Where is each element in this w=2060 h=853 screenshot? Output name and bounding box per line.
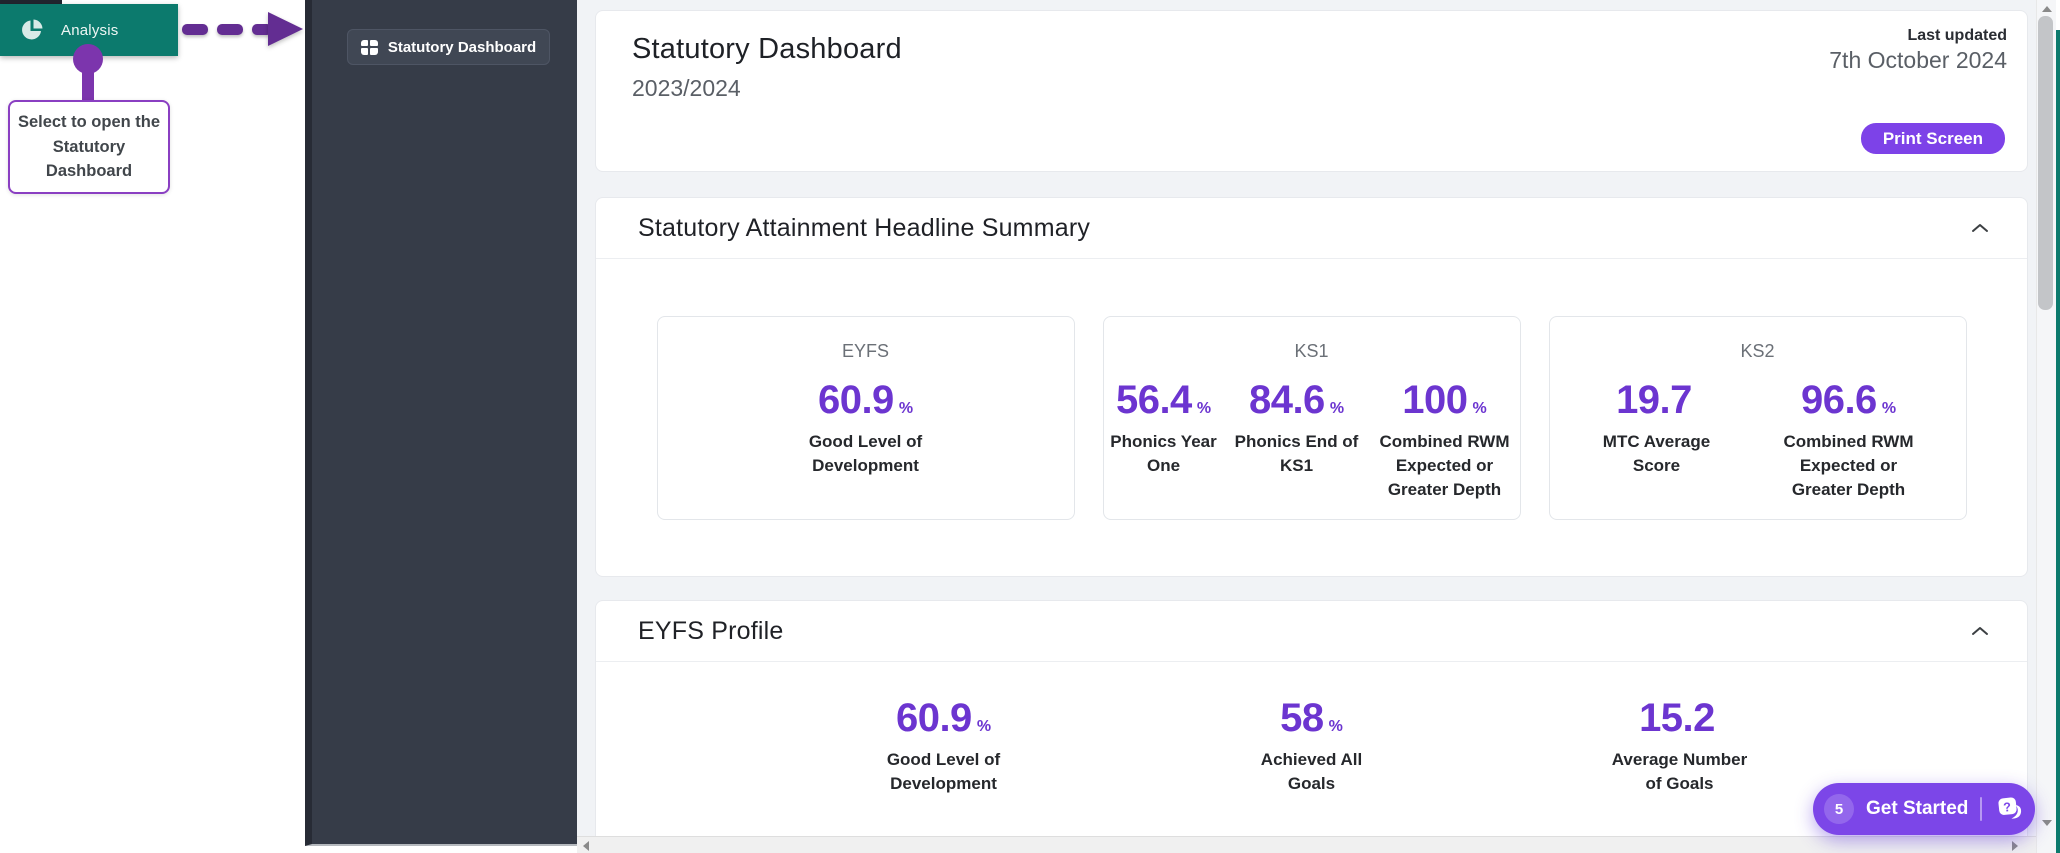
stat-group-eyfs: EYFS 60.9 % Good Level of Development [657, 316, 1075, 520]
stat-caption: MTC Average Score [1592, 430, 1722, 478]
stat-mtc-average-score: 19.7 MTC Average Score [1592, 380, 1722, 478]
summary-section-card: Statutory Attainment Headline Summary EY… [595, 197, 2028, 577]
stat-phonics-year-one: 56.4 % Phonics Year One [1104, 380, 1224, 478]
stat-value: 58 [1280, 698, 1324, 738]
annotation-arrow-dash [182, 24, 208, 35]
summary-groups-row: EYFS 60.9 % Good Level of Development KS… [596, 316, 2027, 520]
stat-unit: % [899, 400, 913, 418]
sidebar-item-label: Statutory Dashboard [388, 39, 536, 56]
analysis-label: Analysis [61, 22, 118, 39]
stat-caption: Combined RWM Expected or Greater Depth [1370, 430, 1520, 501]
dashboard-header-card: Statutory Dashboard 2023/2024 Last updat… [595, 10, 2028, 172]
stat-value: 15.2 [1639, 698, 1715, 738]
page-edge-strip [2056, 30, 2060, 853]
stat-value: 60.9 [818, 380, 894, 420]
stat-caption: Good Level of Development [798, 430, 933, 478]
scroll-up-arrow-icon[interactable] [2042, 6, 2052, 12]
annotation-arrow-head [268, 12, 303, 46]
stat-value: 19.7 [1616, 380, 1692, 420]
stat-caption: Phonics Year One [1104, 430, 1224, 478]
stat-caption: Good Level of Development [876, 748, 1011, 796]
get-started-count-badge: 5 [1824, 794, 1854, 824]
stat-value: 100 [1402, 380, 1467, 420]
stat-unit: % [1473, 400, 1487, 418]
stat-group-label: KS2 [1550, 341, 1966, 362]
help-question-icon: ? [1994, 792, 2023, 826]
summary-collapse-button[interactable] [1965, 213, 1995, 243]
main-content: Statutory Dashboard 2023/2024 Last updat… [577, 0, 2036, 836]
stat-combined-rwm-ks1: 100 % Combined RWM Expected or Greater D… [1370, 380, 1520, 501]
last-updated: Last updated 7th October 2024 [1829, 27, 2007, 74]
stat-combined-rwm-ks2: 96.6 % Combined RWM Expected or Greater … [1774, 380, 1924, 501]
stat-caption: Combined RWM Expected or Greater Depth [1774, 430, 1924, 501]
eyfs-section-title: EYFS Profile [638, 617, 784, 646]
vertical-scrollbar-thumb[interactable] [2038, 16, 2053, 310]
page-title: Statutory Dashboard [632, 33, 902, 66]
stat-caption: Achieved All Goals [1254, 748, 1369, 796]
stat-phonics-end-ks1: 84.6 % Phonics End of KS1 [1232, 380, 1362, 478]
eyfs-collapse-button[interactable] [1965, 616, 1995, 646]
stat-caption: Phonics End of KS1 [1232, 430, 1362, 478]
scroll-right-arrow-icon[interactable] [2012, 841, 2018, 851]
last-updated-date: 7th October 2024 [1829, 47, 2007, 74]
stat-achieved-all-goals: 58 % Achieved All Goals [1128, 698, 1496, 796]
chevron-up-icon [1971, 626, 1989, 636]
stat-group-ks1: KS1 56.4 % Phonics Year One 84.6 [1103, 316, 1521, 520]
stat-group-ks2: KS2 19.7 MTC Average Score 96.6 [1549, 316, 1967, 520]
stat-unit: % [1882, 400, 1896, 418]
stat-good-level-of-development: 60.9 % Good Level of Development [760, 698, 1128, 796]
pie-chart-icon [20, 18, 44, 42]
stat-unit: % [977, 718, 991, 736]
stat-value: 56.4 [1116, 380, 1192, 420]
print-screen-button[interactable]: Print Screen [1861, 123, 2005, 154]
stat-value: 60.9 [896, 698, 972, 738]
stat-group-label: KS1 [1104, 341, 1520, 362]
stat-group-label: EYFS [658, 341, 1074, 362]
eyfs-section-header: EYFS Profile [596, 601, 2027, 662]
summary-section-header: Statutory Attainment Headline Summary [596, 198, 2027, 259]
summary-section-title: Statutory Attainment Headline Summary [638, 214, 1090, 243]
stat-unit: % [1197, 400, 1211, 418]
stat-good-level-of-development: 60.9 % Good Level of Development [798, 380, 933, 478]
annotation-arrow-dash [217, 24, 243, 35]
get-started-label: Get Started [1866, 798, 1968, 820]
page: Analysis Select to open the Statutory Da… [0, 0, 2060, 853]
academic-year: 2023/2024 [632, 75, 741, 102]
eyfs-profile-card: EYFS Profile 60.9 % Good Level of Develo… [595, 600, 2028, 836]
sidebar: Statutory Dashboard [305, 0, 577, 846]
dashboard-table-icon [361, 40, 378, 55]
stat-caption: Average Number of Goals [1607, 748, 1752, 796]
sidebar-item-statutory-dashboard[interactable]: Statutory Dashboard [347, 29, 550, 65]
get-started-button[interactable]: 5 Get Started ? [1813, 783, 2035, 835]
eyfs-stats-row: 60.9 % Good Level of Development 58 % Ac… [596, 698, 2027, 796]
stat-unit: % [1330, 400, 1344, 418]
chevron-up-icon [1971, 223, 1989, 233]
stat-unit: % [1329, 718, 1343, 736]
last-updated-label: Last updated [1829, 27, 2007, 45]
annotation-note: Select to open the Statutory Dashboard [8, 100, 170, 194]
get-started-divider [1980, 797, 1982, 821]
annotation-anchor-line [82, 68, 94, 102]
scroll-left-arrow-icon[interactable] [583, 841, 589, 851]
stat-average-number-of-goals: 15.2 Average Number of Goals [1496, 698, 1864, 796]
stat-value: 84.6 [1249, 380, 1325, 420]
stat-value: 96.6 [1801, 380, 1877, 420]
annotation-note-text: Select to open the Statutory Dashboard [16, 110, 162, 184]
horizontal-scrollbar[interactable] [577, 836, 2036, 853]
scroll-down-arrow-icon[interactable] [2042, 820, 2052, 826]
